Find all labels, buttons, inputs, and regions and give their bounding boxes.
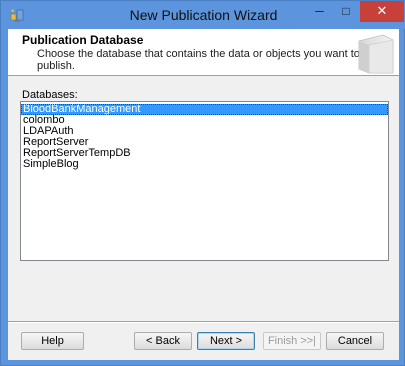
publication-graphic-icon <box>358 34 394 74</box>
list-item[interactable]: colombo <box>21 115 388 126</box>
databases-listbox[interactable]: BloodBankManagement colombo LDAPAuth Rep… <box>20 101 389 261</box>
help-button[interactable]: Help <box>21 332 84 350</box>
wizard-window: New Publication Wizard ─ □ ✕ Publication… <box>0 0 405 366</box>
list-item[interactable]: SimpleBlog <box>21 159 388 170</box>
close-button[interactable]: ✕ <box>360 1 404 22</box>
databases-label: Databases: <box>22 89 78 101</box>
next-button[interactable]: Next > <box>197 332 255 350</box>
back-button[interactable]: < Back <box>134 332 192 350</box>
title-bar[interactable]: New Publication Wizard ─ □ ✕ <box>1 1 405 29</box>
page-description: Choose the database that contains the da… <box>37 48 360 72</box>
maximize-button[interactable]: □ <box>333 1 359 22</box>
footer-separator <box>8 321 399 323</box>
wizard-header: Publication Database Choose the database… <box>8 29 399 76</box>
finish-button[interactable]: Finish >>| <box>263 332 321 350</box>
minimize-button[interactable]: ─ <box>306 1 333 22</box>
page-title: Publication Database <box>22 33 144 47</box>
wizard-client-area: Publication Database Choose the database… <box>8 29 399 360</box>
cancel-button[interactable]: Cancel <box>326 332 384 350</box>
list-item[interactable]: BloodBankManagement <box>21 104 388 115</box>
